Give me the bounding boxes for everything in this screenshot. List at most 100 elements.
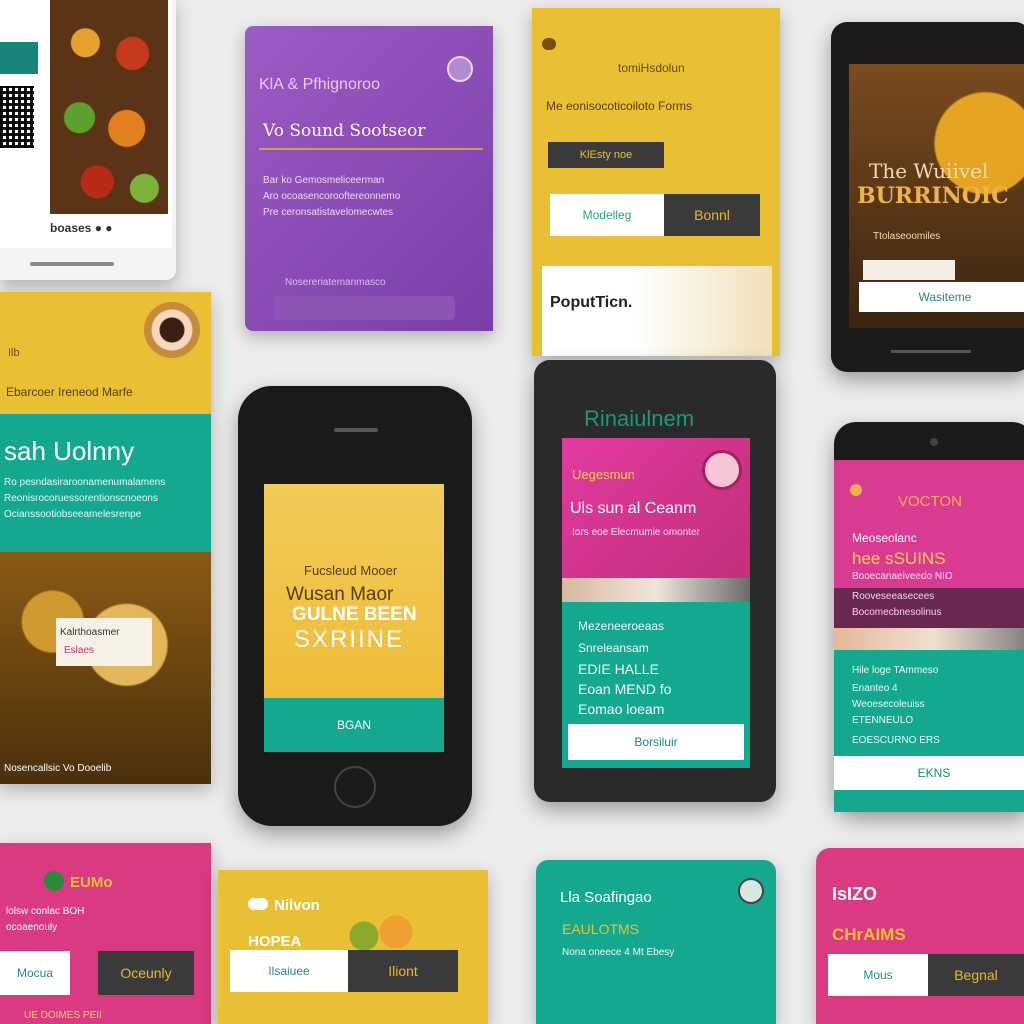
purple-footer: Nosereriatemanmasco	[285, 277, 386, 288]
yellow-header: tomiHsdolun	[618, 61, 685, 75]
phone-center: Rinaiulnem Uegesmun Uls sun al Ceanm Ior…	[534, 360, 776, 802]
pr-headline: hee sSUINS	[852, 549, 946, 568]
footer-blur	[275, 296, 455, 320]
yellow-card: tomiHsdolun Me eonisocoticoiloto Forms K…	[532, 8, 780, 356]
recipe-card: Ilb Ebarcoer Ireneod Marfe sah Uolnny Ro…	[0, 292, 211, 784]
phone-right: VOCTON Meoseolanc hee sSUINS Booecanaeiv…	[834, 422, 1024, 812]
model-button[interactable]: Modelleg	[550, 194, 664, 236]
divider	[259, 148, 483, 150]
phone-right-screen: VOCTON Meoseolanc hee sSUINS Booecanaeiv…	[834, 460, 1024, 812]
logo-icon	[542, 38, 556, 50]
phone-line-4: SXRIINE	[294, 626, 405, 653]
purple-body-1: Bar ko Gemosmeliceerman	[263, 175, 385, 186]
vegetable-photo	[50, 0, 168, 214]
food-photo	[0, 552, 211, 784]
teal-tile	[0, 42, 38, 74]
pr-list-2: Enanteo 4	[852, 683, 898, 694]
list-2: Snreleansam	[578, 641, 649, 655]
tablet-caption: boases ● ●	[50, 221, 113, 235]
iliont-button[interactable]: Iliont	[348, 950, 458, 992]
location-pin-icon	[447, 56, 473, 82]
tablet-dark-screen: The Wuiivel BURRINOIC Ttolaseoomiles Was…	[849, 64, 1024, 328]
fruit-icon	[348, 912, 428, 952]
phone-left: Fucsleud Mooer Wusan Maor GULNE BEEN SXR…	[238, 386, 472, 826]
recipe-title: sah Uolnny	[4, 436, 135, 466]
pr-list-5: EOESCURNO ERS	[852, 735, 940, 746]
magenta-card-left: EUMo lolsw conlac BOH ocoaenouly Mocua O…	[0, 843, 211, 1024]
recipe-sub: Ebarcoer Ireneod Marfe	[6, 385, 133, 399]
ekns-button[interactable]: EKNS	[834, 756, 1024, 790]
flame-icon	[850, 484, 862, 496]
pr-body-1: Booecanaeiveedo NIO	[852, 571, 953, 582]
tablet-nav-dot	[891, 350, 971, 353]
pr-body-2: Rooveseeasecees	[852, 591, 935, 602]
c8-sub: Nona oneece 4 Mt Ebesy	[562, 947, 675, 958]
c6-footer: UE DOIMES PEII	[24, 1010, 102, 1021]
list-3: EDIE HALLE	[578, 661, 659, 677]
qr-code-icon	[0, 86, 34, 148]
c9-tag: CHrAIMS	[832, 925, 906, 944]
begnal-button[interactable]: Begnal	[928, 954, 1024, 996]
phone-line-1: Fucsleud Mooer	[304, 563, 398, 578]
tablet-body: Ttolaseoomiles	[873, 231, 941, 242]
recipe-tag: Ilb	[8, 347, 20, 359]
photo-strip-2	[834, 628, 1024, 650]
borsiluir-button[interactable]: Borsiluir	[568, 724, 744, 760]
tablet-tag	[863, 260, 955, 280]
leaf-icon	[248, 898, 268, 910]
recipe-body-2: Reonisrocoruessorentionscnoeons	[4, 493, 158, 504]
ilsaiuee-button[interactable]: Ilsaiuee	[230, 950, 348, 992]
list-4: Eoan MEND fo	[578, 681, 672, 697]
headline-1: The Wuiivel	[869, 159, 989, 183]
coffee-icon	[144, 302, 200, 358]
purple-body-2: Aro ocoasencorooftereonnemo	[263, 191, 401, 202]
phone-left-screen: Fucsleud Mooer Wusan Maor GULNE BEEN SXR…	[264, 484, 444, 752]
tag-pill[interactable]: KlEsty noe	[548, 142, 664, 168]
photo-badge-text: Kalrthoasmer	[60, 627, 120, 638]
phone-sub: Uegesmun	[572, 467, 635, 482]
photo-strip	[562, 578, 750, 602]
pr-sub: Meoseolanc	[852, 531, 917, 545]
c6-body: lolsw conlac BOH	[6, 906, 85, 917]
bonnl-button[interactable]: Bonnl	[664, 194, 760, 236]
avatar-icon	[738, 878, 764, 904]
purple-body-3: Pre ceronsatistavelomecwtes	[263, 207, 394, 218]
oceunly-button[interactable]: Oceunly	[98, 951, 194, 995]
pr-body-3: Bocomecbnesolinus	[852, 607, 942, 618]
recipe-footer: Nosencallsic Vo Dooelib	[4, 763, 112, 774]
phone-title: Uls sun al Ceanm	[570, 500, 697, 517]
green-dot-icon	[44, 871, 64, 891]
teal-card-bottom: Lla Soafingao EAULOTMS Nona oneece 4 Mt …	[536, 860, 776, 1024]
tablet-card: boases ● ●	[0, 0, 176, 280]
recipe-body-1: Ro pesndasiraroonamenumalamens	[4, 477, 166, 488]
home-button[interactable]	[334, 766, 376, 808]
pr-list-1: Hile loge TAmmeso	[852, 665, 939, 676]
purple-subtitle: Vo Sound Sootseor	[263, 121, 426, 141]
purple-card: KlA & Pfhignoroo Vo Sound Sootseor Bar k…	[245, 26, 493, 331]
headline-2: BURRINOIC	[857, 183, 1009, 209]
yellow-card-bottom: Nilvon HOPEA Ilsaiuee Iliont	[218, 870, 488, 1024]
yellow-sub: Me eonisocoticoiloto Forms	[546, 99, 693, 113]
speaker	[334, 428, 378, 432]
mocua-button[interactable]: Mocua	[0, 951, 70, 995]
camera	[930, 438, 938, 446]
list-5: Eomao loeam	[578, 701, 665, 717]
tablet-dark: The Wuiivel BURRINOIC Ttolaseoomiles Was…	[831, 22, 1024, 372]
website-button[interactable]: Wasiteme	[859, 282, 1024, 312]
phone-center-screen: Uegesmun Uls sun al Ceanm Iors eoe Elecm…	[562, 438, 750, 768]
phone-body: Iors eoe Elecmumie omonter	[572, 527, 700, 538]
badge-icon	[702, 450, 742, 490]
c7-logo: Nilvon	[274, 897, 320, 914]
list-1: Mezeneeroeaas	[578, 619, 665, 633]
purple-title: KlA & Pfhignoroo	[259, 76, 380, 93]
bgan-button[interactable]: BGAN	[264, 698, 444, 752]
c8-logo: Lla Soafingao	[560, 889, 652, 906]
pr-title: VOCTON	[898, 493, 962, 510]
recipe-body-3: Ocianssootiobseeamelesrenpe	[4, 509, 142, 520]
photo-badge-text-2: Eslaes	[64, 645, 95, 656]
pr-list-4: ETENNEULO	[852, 715, 914, 726]
banner-title: PoputTicn.	[550, 294, 633, 311]
mous-button[interactable]: Mous	[828, 954, 928, 996]
c6-logo: EUMo	[70, 874, 113, 891]
pr-list-3: Weoesecoleuiss	[852, 699, 925, 710]
